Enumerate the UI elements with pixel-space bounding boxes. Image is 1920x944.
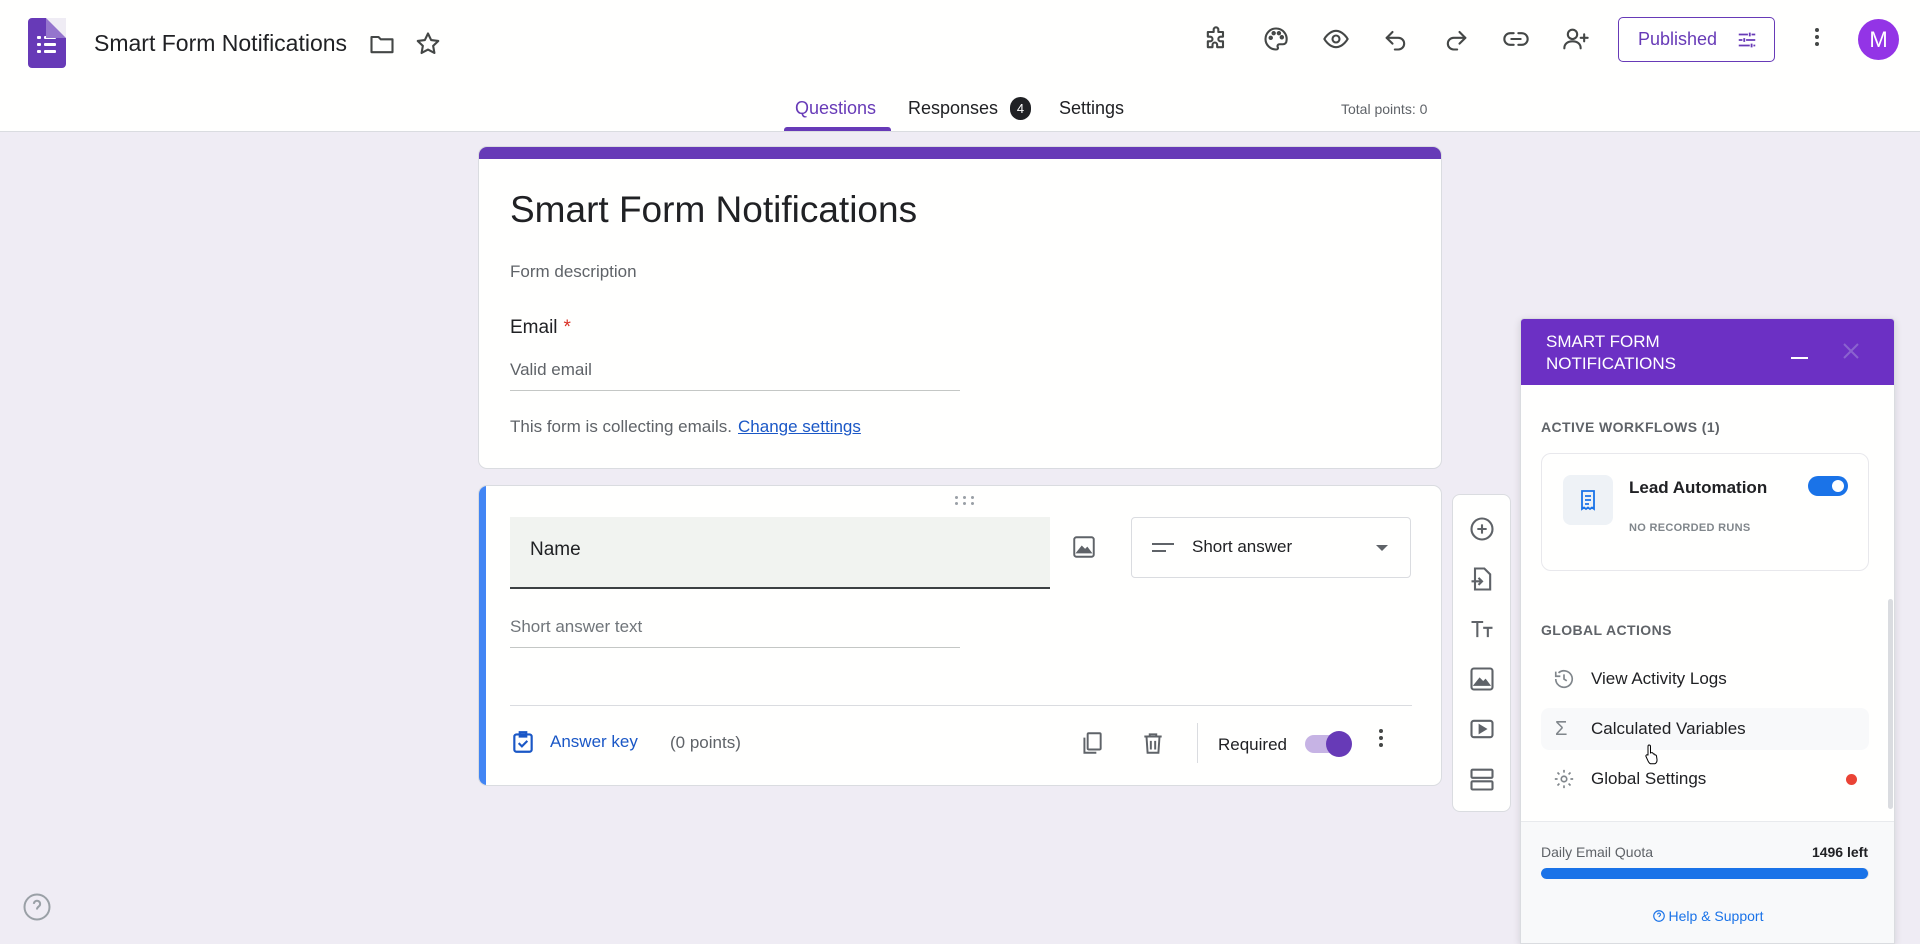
- help-support-link[interactable]: Help & Support: [1521, 908, 1894, 924]
- add-title-icon[interactable]: [1465, 612, 1499, 646]
- help-label: Help & Support: [1668, 908, 1764, 924]
- published-button[interactable]: Published: [1618, 17, 1775, 62]
- email-question-label: Email *: [510, 317, 571, 339]
- action-label: View Activity Logs: [1591, 669, 1727, 688]
- quota-value: 1496 left: [1811, 844, 1868, 860]
- gear-icon: [1554, 769, 1574, 789]
- published-label: Published: [1638, 29, 1718, 49]
- global-actions-heading: GLOBAL ACTIONS: [1541, 622, 1672, 638]
- drag-handle-icon[interactable]: [953, 495, 977, 507]
- action-label: Global Settings: [1591, 769, 1707, 788]
- active-tab-indicator: [784, 127, 891, 131]
- smart-form-notifications-panel: SMART FORM NOTIFICATIONS ACTIVE WORKFLOW…: [1520, 318, 1895, 944]
- avatar[interactable]: M: [1858, 19, 1899, 60]
- form-title[interactable]: Smart Form Notifications: [510, 189, 917, 231]
- quota-label: Daily Email Quota: [1541, 844, 1654, 860]
- forms-logo-icon[interactable]: [28, 18, 66, 68]
- active-workflows-heading: ACTIVE WORKFLOWS (1): [1541, 419, 1721, 435]
- undo-icon[interactable]: [1376, 19, 1416, 59]
- help-circle-icon[interactable]: [22, 892, 52, 922]
- link-icon[interactable]: [1496, 19, 1536, 59]
- responses-count-badge: 4: [1010, 97, 1031, 120]
- add-collaborator-icon[interactable]: [1556, 19, 1596, 59]
- workflow-name: Lead Automation: [1629, 478, 1768, 497]
- panel-footer: Daily Email Quota 1496 left Help & Suppo…: [1521, 821, 1894, 943]
- chevron-down-icon: [1376, 545, 1388, 551]
- quota-progress-bar: [1541, 868, 1869, 879]
- answer-key-icon: [513, 731, 533, 753]
- add-video-icon[interactable]: [1465, 712, 1499, 746]
- sigma-icon: Σ: [1555, 717, 1568, 740]
- question-points: (0 points): [670, 733, 741, 752]
- email-field: Valid email: [510, 360, 960, 391]
- hand-cursor-icon: [1645, 744, 1658, 765]
- tab-questions[interactable]: Questions: [795, 98, 876, 119]
- delete-icon[interactable]: [1136, 726, 1170, 760]
- short-answer-preview: Short answer text: [510, 617, 960, 648]
- alert-dot: [1846, 773, 1857, 785]
- change-settings-link[interactable]: Change settings: [738, 417, 861, 436]
- short-answer-icon: [1152, 543, 1174, 557]
- global-settings-button[interactable]: Global Settings: [1541, 758, 1869, 800]
- action-label: Calculated Variables: [1591, 719, 1746, 738]
- import-questions-icon[interactable]: [1465, 562, 1499, 596]
- footer-separator: [1197, 723, 1198, 763]
- redo-icon[interactable]: [1436, 19, 1476, 59]
- tab-responses[interactable]: Responses: [908, 98, 998, 119]
- question-type-select[interactable]: Short answer: [1131, 517, 1411, 578]
- email-label-text: Email: [510, 317, 558, 338]
- form-description-input[interactable]: Form description: [510, 262, 637, 282]
- workflow-card[interactable]: Lead Automation NO RECORDED RUNS: [1541, 453, 1869, 571]
- duplicate-icon[interactable]: [1075, 726, 1109, 760]
- workflow-toggle[interactable]: [1808, 476, 1848, 496]
- panel-scrollbar[interactable]: [1888, 599, 1893, 809]
- tab-settings[interactable]: Settings: [1059, 98, 1124, 119]
- toggle-knob: [1326, 731, 1352, 757]
- toggle-knob: [1832, 480, 1844, 492]
- add-image-icon[interactable]: [1067, 530, 1101, 564]
- more-options-icon[interactable]: [1807, 25, 1827, 55]
- folder-icon[interactable]: [362, 24, 402, 64]
- card-accent-bar: [479, 147, 1441, 159]
- question-title-input[interactable]: Name: [510, 517, 1050, 589]
- help-icon: [1652, 910, 1665, 922]
- question-toolbar: [1452, 494, 1511, 812]
- tune-icon: [1738, 32, 1756, 48]
- form-header-card[interactable]: Smart Form Notifications Form descriptio…: [478, 146, 1442, 469]
- required-toggle[interactable]: [1305, 731, 1352, 757]
- divider: [510, 705, 1412, 706]
- active-question-indicator: [479, 486, 486, 785]
- add-question-icon[interactable]: [1465, 512, 1499, 546]
- required-mark: *: [563, 317, 571, 338]
- form-doc-title[interactable]: Smart Form Notifications: [94, 30, 347, 57]
- close-icon[interactable]: [1839, 339, 1871, 371]
- receipt-icon: [1563, 475, 1613, 525]
- minimize-icon[interactable]: [1783, 344, 1815, 376]
- question-card[interactable]: Name Short answer Short answer text Answ…: [478, 485, 1442, 786]
- total-points: Total points: 0: [1341, 101, 1428, 117]
- workflow-status: NO RECORDED RUNS: [1629, 522, 1751, 534]
- collect-note-text: This form is collecting emails.: [510, 417, 733, 436]
- question-more-icon[interactable]: [1371, 726, 1391, 756]
- palette-icon[interactable]: [1256, 19, 1296, 59]
- calculated-variables-button[interactable]: Σ Calculated Variables: [1541, 708, 1869, 750]
- email-collect-note: This form is collecting emails. Change se…: [510, 417, 861, 437]
- app-header: Smart Form Notifications Published M Que…: [0, 0, 1920, 132]
- preview-eye-icon[interactable]: [1316, 19, 1356, 59]
- add-section-icon[interactable]: [1465, 762, 1499, 796]
- quota-progress-fill: [1541, 868, 1869, 879]
- addons-icon[interactable]: [1196, 19, 1236, 59]
- answer-key-label: Answer key: [550, 732, 638, 751]
- add-image-toolbar-icon[interactable]: [1465, 662, 1499, 696]
- view-activity-logs-button[interactable]: View Activity Logs: [1541, 658, 1869, 700]
- panel-header: SMART FORM NOTIFICATIONS: [1521, 319, 1894, 385]
- panel-title: SMART FORM NOTIFICATIONS: [1546, 332, 1677, 373]
- star-icon[interactable]: [408, 24, 448, 64]
- question-type-label: Short answer: [1192, 537, 1293, 556]
- history-icon: [1554, 670, 1574, 689]
- answer-key-button[interactable]: Answer key: [510, 729, 638, 755]
- required-label: Required: [1218, 735, 1287, 754]
